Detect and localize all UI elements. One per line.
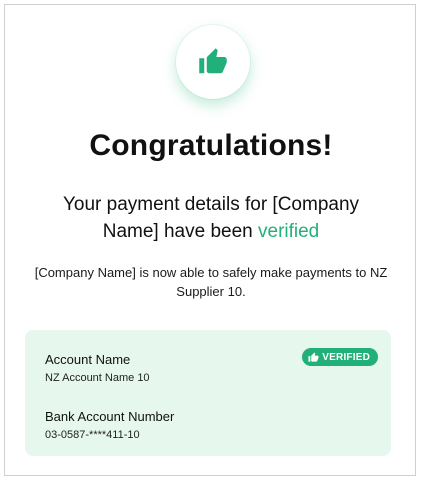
account-name-label: Account Name (45, 352, 131, 367)
page-title: Congratulations! (89, 129, 333, 162)
verified-badge: VERIFIED (302, 348, 378, 366)
account-name-value: NZ Account Name 10 (45, 372, 150, 384)
bank-account-value: 03-0587-****411-10 (45, 429, 140, 441)
verification-message: Your payment details for [Company Name] … (35, 191, 387, 245)
thumbs-up-icon (308, 351, 319, 362)
bank-account-label: Bank Account Number (45, 409, 175, 424)
account-details-panel: VERIFIED Account Name NZ Account Name 10… (25, 330, 391, 456)
verified-highlight: verified (258, 221, 320, 242)
verification-card: Congratulations! Your payment details fo… (4, 4, 416, 476)
thumbs-up-icon (199, 48, 227, 74)
verified-badge-label: VERIFIED (322, 351, 370, 363)
success-icon-badge (176, 25, 250, 99)
verification-description: [Company Name] is now able to safely mak… (34, 265, 388, 299)
